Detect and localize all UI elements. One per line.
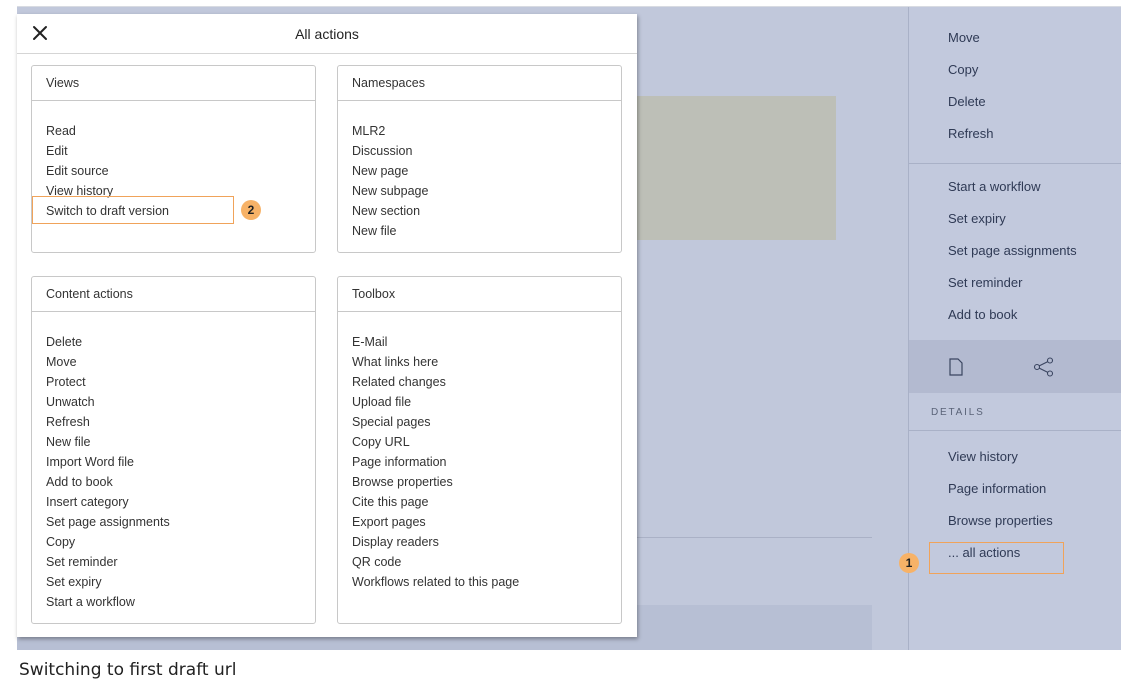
tool-special-pages[interactable]: Special pages bbox=[352, 412, 621, 432]
action-edit-source[interactable]: Edit source bbox=[46, 161, 315, 181]
sidebar-item-browse-properties[interactable]: Browse properties bbox=[909, 505, 1121, 537]
sidebar-item-delete[interactable]: Delete bbox=[909, 86, 1121, 118]
tool-upload-file[interactable]: Upload file bbox=[352, 392, 621, 412]
namespace-discussion[interactable]: Discussion bbox=[352, 141, 621, 161]
namespaces-heading: Namespaces bbox=[338, 66, 621, 101]
content-action-start-workflow[interactable]: Start a workflow bbox=[46, 592, 315, 612]
sidebar-item-move[interactable]: Move bbox=[909, 22, 1121, 54]
sidebar-item-copy[interactable]: Copy bbox=[909, 54, 1121, 86]
step-badge-1: 1 bbox=[899, 553, 919, 573]
tool-copy-url[interactable]: Copy URL bbox=[352, 432, 621, 452]
content-action-unwatch[interactable]: Unwatch bbox=[46, 392, 315, 412]
content-action-move[interactable]: Move bbox=[46, 352, 315, 372]
sidebar-item-view-history[interactable]: View history bbox=[909, 441, 1121, 473]
sidebar-item-add-to-book[interactable]: Add to book bbox=[909, 299, 1121, 331]
tool-page-information[interactable]: Page information bbox=[352, 452, 621, 472]
action-edit[interactable]: Edit bbox=[46, 141, 315, 161]
sidebar-details-heading: DETAILS bbox=[909, 393, 1121, 431]
content-action-copy[interactable]: Copy bbox=[46, 532, 315, 552]
content-actions-panel: Content actions Delete Move Protect Unwa… bbox=[31, 276, 316, 624]
step-badge-2: 2 bbox=[241, 200, 261, 220]
image-caption: Switching to first draft url bbox=[19, 660, 237, 680]
toolbox-panel: Toolbox E-Mail What links here Related c… bbox=[337, 276, 622, 624]
content-action-set-page-assignments[interactable]: Set page assignments bbox=[46, 512, 315, 532]
sidebar-item-set-reminder[interactable]: Set reminder bbox=[909, 267, 1121, 299]
tool-display-readers[interactable]: Display readers bbox=[352, 532, 621, 552]
sidebar-item-set-expiry[interactable]: Set expiry bbox=[909, 203, 1121, 235]
tool-what-links-here[interactable]: What links here bbox=[352, 352, 621, 372]
share-icon[interactable] bbox=[1033, 356, 1055, 378]
namespace-new-section[interactable]: New section bbox=[352, 201, 621, 221]
content-action-new-file[interactable]: New file bbox=[46, 432, 315, 452]
namespaces-list: MLR2 Discussion New page New subpage New… bbox=[338, 101, 621, 241]
sidebar-group-page: Move Copy Delete Refresh bbox=[909, 7, 1121, 164]
toolbox-heading: Toolbox bbox=[338, 277, 621, 312]
content-action-import-word-file[interactable]: Import Word file bbox=[46, 452, 315, 472]
content-placeholder-block bbox=[636, 96, 836, 240]
content-action-insert-category[interactable]: Insert category bbox=[46, 492, 315, 512]
namespaces-panel: Namespaces MLR2 Discussion New page New … bbox=[337, 65, 622, 253]
sidebar-group-workflow: Start a workflow Set expiry Set page ass… bbox=[909, 164, 1121, 340]
page-icon[interactable] bbox=[945, 356, 967, 378]
content-action-set-reminder[interactable]: Set reminder bbox=[46, 552, 315, 572]
content-divider bbox=[636, 537, 872, 538]
tool-browse-properties[interactable]: Browse properties bbox=[352, 472, 621, 492]
all-actions-dialog: All actions Views Read Edit Edit source … bbox=[17, 14, 637, 637]
content-actions-list: Delete Move Protect Unwatch Refresh New … bbox=[32, 312, 315, 612]
namespace-mlr2[interactable]: MLR2 bbox=[352, 121, 621, 141]
content-action-refresh[interactable]: Refresh bbox=[46, 412, 315, 432]
namespace-new-file[interactable]: New file bbox=[352, 221, 621, 241]
tool-cite-this-page[interactable]: Cite this page bbox=[352, 492, 621, 512]
content-actions-heading: Content actions bbox=[32, 277, 315, 312]
tool-qr-code[interactable]: QR code bbox=[352, 552, 621, 572]
sidebar-item-start-workflow[interactable]: Start a workflow bbox=[909, 171, 1121, 203]
tool-email[interactable]: E-Mail bbox=[352, 332, 621, 352]
toolbox-list: E-Mail What links here Related changes U… bbox=[338, 312, 621, 592]
sidebar-item-set-page-assignments[interactable]: Set page assignments bbox=[909, 235, 1121, 267]
tool-related-changes[interactable]: Related changes bbox=[352, 372, 621, 392]
views-panel: Views Read Edit Edit source View history… bbox=[31, 65, 316, 253]
sidebar-icon-bar bbox=[909, 340, 1121, 393]
content-action-set-expiry[interactable]: Set expiry bbox=[46, 572, 315, 592]
views-heading: Views bbox=[32, 66, 315, 101]
content-action-protect[interactable]: Protect bbox=[46, 372, 315, 392]
callout-all-actions bbox=[929, 542, 1064, 574]
callout-switch-to-draft bbox=[32, 196, 234, 224]
content-action-add-to-book[interactable]: Add to book bbox=[46, 472, 315, 492]
sidebar-item-refresh[interactable]: Refresh bbox=[909, 118, 1121, 150]
content-action-delete[interactable]: Delete bbox=[46, 332, 315, 352]
namespace-new-subpage[interactable]: New subpage bbox=[352, 181, 621, 201]
action-read[interactable]: Read bbox=[46, 121, 315, 141]
tool-workflows-related[interactable]: Workflows related to this page bbox=[352, 572, 621, 592]
sidebar-item-page-information[interactable]: Page information bbox=[909, 473, 1121, 505]
tool-export-pages[interactable]: Export pages bbox=[352, 512, 621, 532]
namespace-new-page[interactable]: New page bbox=[352, 161, 621, 181]
dialog-title: All actions bbox=[295, 26, 359, 42]
dialog-header: All actions bbox=[17, 14, 637, 54]
